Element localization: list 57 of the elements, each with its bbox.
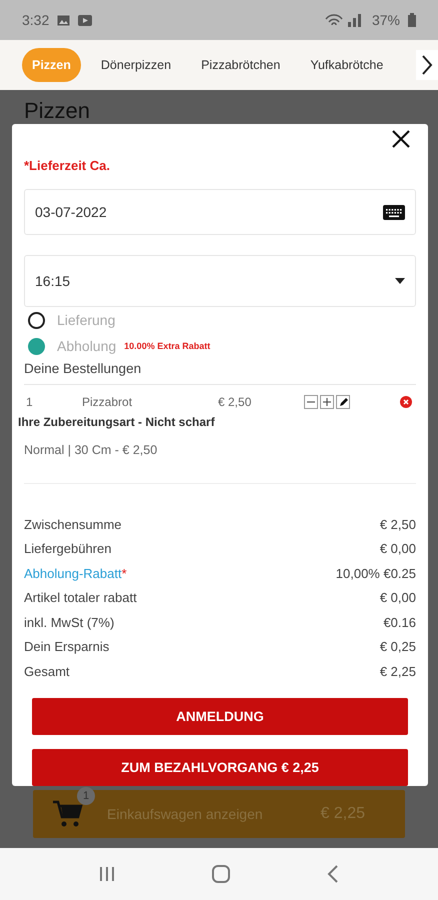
summary-value: € 0,00: [380, 541, 416, 556]
home-icon[interactable]: [212, 865, 230, 883]
radio-button[interactable]: [28, 312, 45, 328]
discount-note: 10.00% Extra Rabatt: [124, 341, 210, 351]
summary-label: Dein Ersparnis: [24, 639, 110, 654]
item-preparation: Ihre Zubereitungsart - Nicht scharf: [18, 415, 216, 429]
summary-value: €0.16: [383, 614, 416, 630]
decrease-button[interactable]: [304, 395, 318, 409]
summary-value: € 0,00: [380, 590, 416, 606]
summary-value: 10,00% €0.25: [336, 566, 416, 581]
summary-label: Zwischensumme: [24, 516, 122, 532]
radio-label: Abholung: [57, 338, 116, 354]
caret-icon: [395, 278, 405, 284]
close-button[interactable]: [390, 128, 412, 150]
category-tab[interactable]: Dönerpizzen: [90, 48, 182, 82]
edit-button[interactable]: [336, 395, 350, 409]
category-tab[interactable]: Pizzabrötchen: [191, 48, 290, 82]
increase-button[interactable]: [320, 395, 334, 409]
summary-value: € 2,50: [380, 516, 416, 532]
battery-icon: [408, 13, 416, 27]
cart-icon: [53, 799, 83, 829]
remove-icon[interactable]: [400, 396, 412, 408]
section-heading: Deine Bestellungen: [24, 361, 416, 385]
discount-link[interactable]: Abholung-Rabatt*: [24, 566, 127, 581]
image-icon: [57, 14, 70, 26]
summary-value: € 0,25: [380, 639, 416, 654]
item-price: € 2,50: [218, 395, 252, 409]
summary-label: inkl. MwSt (7%): [24, 614, 114, 630]
close-icon: [390, 128, 412, 150]
video-icon: [78, 14, 92, 26]
radio-label: Lieferung: [57, 312, 116, 328]
summary-label: Liefergebühren: [24, 541, 112, 556]
plus-icon: [323, 398, 331, 406]
field-label: *Lieferzeit Ca.: [24, 158, 111, 173]
summary-value: € 2,25: [380, 664, 416, 679]
checkout-button[interactable]: ZUM BEZAHLVORGANG € 2,25: [32, 748, 408, 786]
radio-button[interactable]: [28, 338, 45, 354]
time-select[interactable]: 16:15: [24, 255, 416, 307]
login-button[interactable]: ANMELDUNG: [32, 698, 408, 734]
keyboard-icon: [383, 204, 405, 220]
scroll-right-button[interactable]: [416, 50, 438, 80]
back-icon[interactable]: [327, 865, 340, 883]
clock-time: 3:32: [22, 12, 50, 28]
cart-count-badge: 1: [77, 787, 95, 805]
pencil-icon: [338, 398, 348, 406]
summary-label: Artikel totaler rabatt: [24, 590, 137, 606]
page-title: Pizzen: [23, 97, 92, 124]
category-tab[interactable]: Yufkabrötche: [300, 48, 394, 82]
battery-percent: 37%: [372, 12, 400, 28]
summary-label: Gesamt: [24, 664, 70, 679]
item-name: Pizzabrot: [82, 395, 134, 409]
chevron-right-icon: [421, 54, 433, 76]
recent-apps-icon[interactable]: [98, 866, 115, 882]
date-field[interactable]: 03-07-2022: [24, 189, 416, 235]
item-variant: Normal | 30 Cm - € 2,50: [24, 443, 416, 484]
item-quantity: 1: [25, 395, 34, 409]
wifi-signal-icon: [324, 13, 364, 27]
